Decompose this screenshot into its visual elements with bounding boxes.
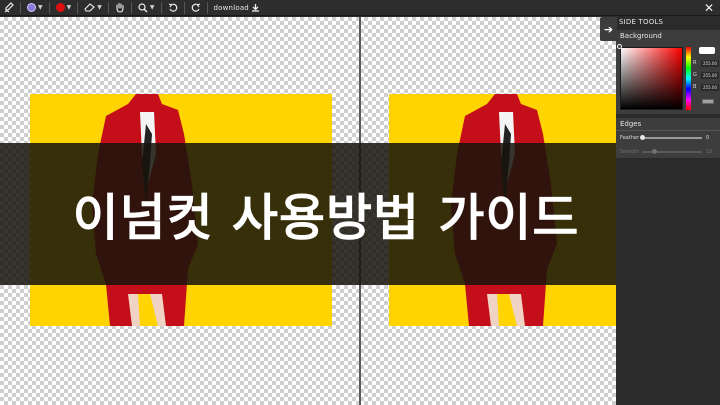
- toolbar-separator: [20, 1, 21, 14]
- top-toolbar: ▼ ▼ ▼ ▼ download ✕: [0, 0, 720, 16]
- caret-down-icon: ▼: [149, 4, 155, 11]
- toolbar-separator: [206, 1, 208, 14]
- toolbar-separator: [130, 1, 132, 14]
- red-input[interactable]: 255.00: [701, 59, 719, 67]
- eraser-button[interactable]: ▼: [80, 0, 106, 16]
- alpha-toggle[interactable]: [702, 99, 714, 104]
- feather-slider-knob[interactable]: [640, 134, 645, 140]
- toolbar-separator: [183, 1, 185, 14]
- close-icon[interactable]: ✕: [704, 1, 714, 15]
- redo-button[interactable]: [187, 0, 205, 16]
- smooth-row: Smooth 15: [620, 147, 716, 156]
- eraser-icon: [84, 3, 96, 12]
- undo-icon: [168, 2, 177, 12]
- arrow-right-icon: ➔: [603, 22, 614, 36]
- feather-slider[interactable]: [640, 134, 702, 140]
- feather-value: 0: [706, 134, 710, 141]
- smooth-label: Smooth: [620, 148, 640, 155]
- red-channel-row: R 255.00: [693, 58, 719, 68]
- pen-tool-button[interactable]: [0, 0, 18, 16]
- red-dot-icon: [55, 3, 65, 12]
- banner-title: 이넘컷 사용방법 가이드: [72, 189, 580, 247]
- download-button[interactable]: download: [210, 0, 264, 16]
- redo-icon: [191, 2, 200, 12]
- blue-channel-row: B 255.00: [693, 82, 719, 92]
- paint-color-button[interactable]: ▼: [52, 0, 76, 16]
- green-channel-row: G 255.00: [693, 70, 719, 80]
- edges-divider: [616, 130, 720, 131]
- color-picker-field[interactable]: [620, 47, 683, 110]
- zoom-icon: [138, 2, 148, 12]
- toolbar-separator: [77, 1, 79, 14]
- undo-button[interactable]: [164, 0, 182, 16]
- color-swatch: [699, 47, 715, 54]
- feather-row: Feather 0: [620, 133, 716, 142]
- download-label: download: [213, 3, 249, 12]
- zoom-button[interactable]: ▼: [134, 0, 159, 16]
- smooth-value: 15: [706, 148, 713, 155]
- edges-label: Edges: [620, 120, 642, 128]
- collapse-panel-button[interactable]: ➔: [600, 17, 617, 41]
- color-dot-icon: [27, 3, 36, 12]
- hand-icon: [116, 2, 124, 13]
- hue-slider[interactable]: [686, 47, 691, 110]
- hand-tool-button[interactable]: [111, 0, 129, 16]
- caret-down-icon: ▼: [66, 4, 72, 11]
- color-picker-cursor[interactable]: [617, 44, 622, 49]
- blue-input[interactable]: 255.00: [701, 83, 719, 91]
- toolbar-separator: [160, 1, 162, 14]
- green-label: G: [693, 72, 697, 78]
- brush-color-button[interactable]: ▼: [23, 0, 47, 16]
- toolbar-separator: [48, 1, 50, 14]
- smooth-slider-knob[interactable]: [652, 148, 657, 154]
- pen-tool-icon: [4, 2, 14, 13]
- background-label: Background: [620, 32, 662, 40]
- toolbar-separator: [107, 1, 109, 14]
- caret-down-icon: ▼: [38, 4, 43, 11]
- caret-down-icon: ▼: [97, 4, 102, 11]
- green-input[interactable]: 255.00: [701, 71, 719, 79]
- blue-label: B: [693, 84, 697, 90]
- feather-label: Feather: [620, 134, 640, 141]
- smooth-slider[interactable]: [642, 148, 702, 154]
- download-icon: [251, 4, 259, 12]
- side-tools-title: SIDE TOOLS: [619, 18, 664, 26]
- red-label: R: [693, 60, 697, 66]
